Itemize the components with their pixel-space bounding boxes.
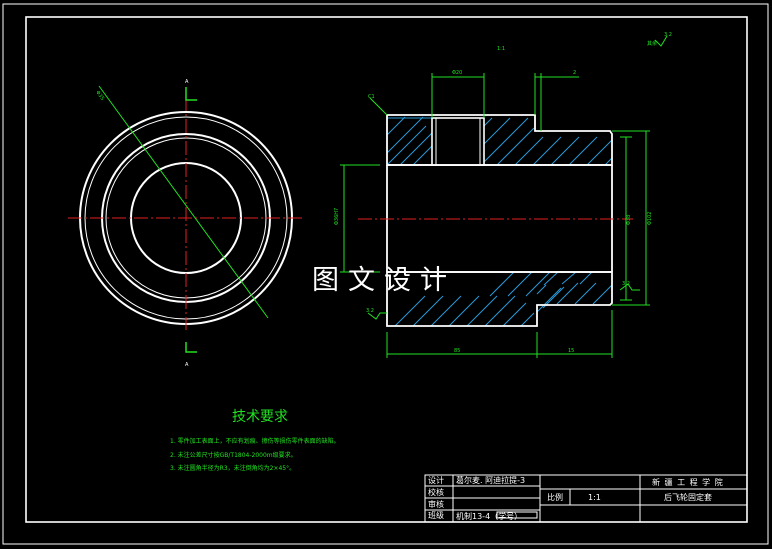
section-view bbox=[340, 35, 668, 358]
tech-requirements-title: 技术要求 bbox=[232, 409, 288, 425]
scale-label: 比例 bbox=[547, 493, 563, 502]
hatch-top bbox=[386, 116, 613, 166]
diameter-leader bbox=[98, 85, 269, 319]
dimensions bbox=[340, 35, 668, 358]
section-label-bottom: A bbox=[185, 362, 189, 368]
section-mark-bottom bbox=[185, 342, 197, 353]
end-view bbox=[68, 85, 305, 353]
dim-top-small: 2 bbox=[573, 70, 576, 76]
section-label-top: A bbox=[185, 79, 189, 85]
dim-inner: Φ38 bbox=[626, 215, 632, 225]
value-design: 葛尔麦. 阿迪拉提-3 bbox=[456, 476, 526, 485]
part-name: 后飞轮固定套 bbox=[664, 493, 712, 502]
school-name: 新 疆 工 程 学 院 bbox=[652, 478, 724, 487]
chamfer-callout: C1 bbox=[368, 94, 375, 100]
roughness-note: 其余 bbox=[647, 40, 657, 47]
tech-requirement-2: 2. 未注公差尺寸按GB/T1804-2000m级要求。 bbox=[170, 452, 297, 459]
dim-length-left: 85 bbox=[454, 348, 460, 354]
role-class: 班级 bbox=[428, 511, 444, 520]
dim-bore: Φ36H7 bbox=[334, 208, 340, 225]
scale-value: 1:1 bbox=[588, 493, 601, 502]
role-review: 审核 bbox=[428, 500, 444, 509]
tech-requirement-3: 3. 未注圆角半径为R3，未注倒角均为2×45°。 bbox=[170, 465, 296, 472]
role-design: 设计 bbox=[428, 476, 444, 485]
role-check: 校核 bbox=[428, 488, 444, 497]
value-class: 机制13-4（学号） bbox=[456, 512, 523, 521]
watermark: 图文设计 bbox=[312, 265, 456, 296]
roughness-value: 3.2 bbox=[664, 32, 672, 38]
dim-top-width: Φ20 bbox=[452, 70, 462, 76]
scale-label-top: 1:1 bbox=[497, 46, 505, 52]
tech-requirement-1: 1. 零件加工表面上，不应有划痕、擦伤等损伤零件表面的缺陷。 bbox=[170, 438, 340, 445]
dim-outer: Φ102 bbox=[647, 212, 653, 225]
rough-right: 3.2 bbox=[622, 281, 630, 287]
section-mark-top bbox=[185, 87, 197, 101]
rough-left: 3.2 bbox=[366, 308, 374, 314]
dim-length-right: 15 bbox=[568, 348, 574, 354]
threaded-hole bbox=[431, 117, 485, 166]
